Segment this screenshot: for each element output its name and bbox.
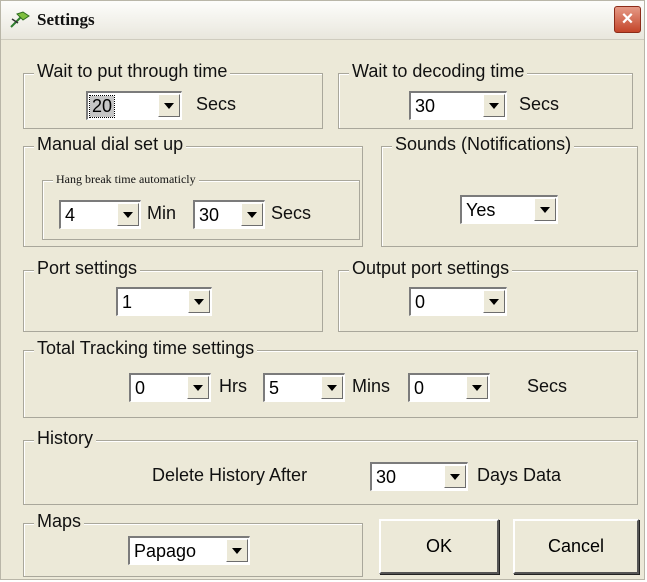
- select-value: 30: [415, 96, 436, 116]
- port-settings-group: Port settings 1: [23, 258, 323, 332]
- output-port-select[interactable]: 0: [409, 287, 507, 316]
- group-legend: Sounds (Notifications): [392, 134, 575, 155]
- chevron-down-icon[interactable]: [444, 465, 466, 488]
- select-value: 30: [199, 205, 220, 225]
- select-value: 20: [88, 95, 116, 118]
- group-legend: Wait to put through time: [34, 61, 231, 82]
- chevron-down-icon[interactable]: [187, 376, 209, 399]
- chevron-down-icon[interactable]: [534, 198, 556, 221]
- group-legend: Maps: [34, 511, 85, 532]
- maps-group: Maps Papago: [23, 511, 363, 577]
- manual-dial-group: Manual dial set up Hang break time autom…: [23, 134, 363, 247]
- secs-unit-label: Secs: [271, 203, 312, 223]
- satellite-icon: [10, 11, 30, 28]
- wait-decoding-group: Wait to decoding time 30 Secs: [338, 61, 633, 129]
- tracking-mins-select[interactable]: 5: [263, 373, 345, 402]
- chevron-down-icon[interactable]: [483, 94, 505, 117]
- select-value: 4: [65, 205, 76, 225]
- output-port-group: Output port settings 0: [338, 258, 638, 332]
- maps-select[interactable]: Papago: [128, 536, 250, 565]
- tracking-hrs-select[interactable]: 0: [129, 373, 211, 402]
- group-legend: Wait to decoding time: [349, 61, 528, 82]
- chevron-down-icon[interactable]: [321, 376, 343, 399]
- select-value: Papago: [134, 541, 197, 561]
- select-value: 30: [376, 467, 397, 487]
- chevron-down-icon[interactable]: [226, 539, 248, 562]
- close-button[interactable]: ×: [614, 6, 641, 33]
- mins-unit-label: Mins: [352, 376, 391, 396]
- port-select[interactable]: 1: [116, 287, 212, 316]
- unit-label: Secs: [196, 94, 237, 114]
- chevron-down-icon[interactable]: [158, 94, 180, 117]
- group-legend: Port settings: [34, 258, 141, 279]
- select-value: 5: [269, 378, 280, 398]
- days-data-label: Days Data: [477, 465, 562, 485]
- title-bar: Settings ×: [1, 1, 644, 40]
- history-days-select[interactable]: 30: [370, 462, 468, 491]
- settings-dialog: Settings × Wait to put through time 20 S…: [0, 0, 645, 580]
- decoding-time-select[interactable]: 30: [409, 91, 507, 120]
- min-unit-label: Min: [147, 203, 177, 223]
- hrs-unit-label: Hrs: [219, 376, 247, 396]
- wait-put-through-group: Wait to put through time 20 Secs: [23, 61, 323, 129]
- unit-label: Secs: [519, 94, 560, 114]
- group-legend: Hang break time automaticly: [53, 172, 199, 187]
- tracking-secs-select[interactable]: 0: [408, 373, 490, 402]
- sounds-group: Sounds (Notifications) Yes: [381, 134, 638, 247]
- cancel-button[interactable]: Cancel: [513, 519, 639, 574]
- chevron-down-icon[interactable]: [483, 290, 505, 313]
- sounds-select[interactable]: Yes: [460, 195, 558, 224]
- select-value: Yes: [466, 200, 496, 220]
- group-legend: Total Tracking time settings: [34, 338, 258, 359]
- chevron-down-icon[interactable]: [241, 203, 263, 226]
- chevron-down-icon[interactable]: [117, 203, 139, 226]
- hang-break-group: Hang break time automaticly 4 Min 30 Sec…: [42, 172, 360, 240]
- put-through-time-select[interactable]: 20: [86, 91, 182, 120]
- select-value: 0: [135, 378, 146, 398]
- hang-break-sec-select[interactable]: 30: [193, 200, 265, 229]
- ok-button[interactable]: OK: [379, 519, 499, 574]
- group-legend: Manual dial set up: [34, 134, 187, 155]
- chevron-down-icon[interactable]: [466, 376, 488, 399]
- total-tracking-group: Total Tracking time settings 0 Hrs 5 Min…: [23, 338, 638, 418]
- group-legend: History: [34, 428, 97, 449]
- chevron-down-icon[interactable]: [188, 290, 210, 313]
- hang-break-min-select[interactable]: 4: [59, 200, 141, 229]
- select-value: 1: [122, 292, 133, 312]
- secs-unit-label: Secs: [527, 376, 568, 396]
- select-value: 0: [415, 292, 426, 312]
- history-group: History Delete History After 30 Days Dat…: [23, 428, 638, 505]
- window-title: Settings: [37, 10, 95, 29]
- select-value: 0: [414, 378, 425, 398]
- delete-history-label: Delete History After: [152, 465, 308, 485]
- group-legend: Output port settings: [349, 258, 513, 279]
